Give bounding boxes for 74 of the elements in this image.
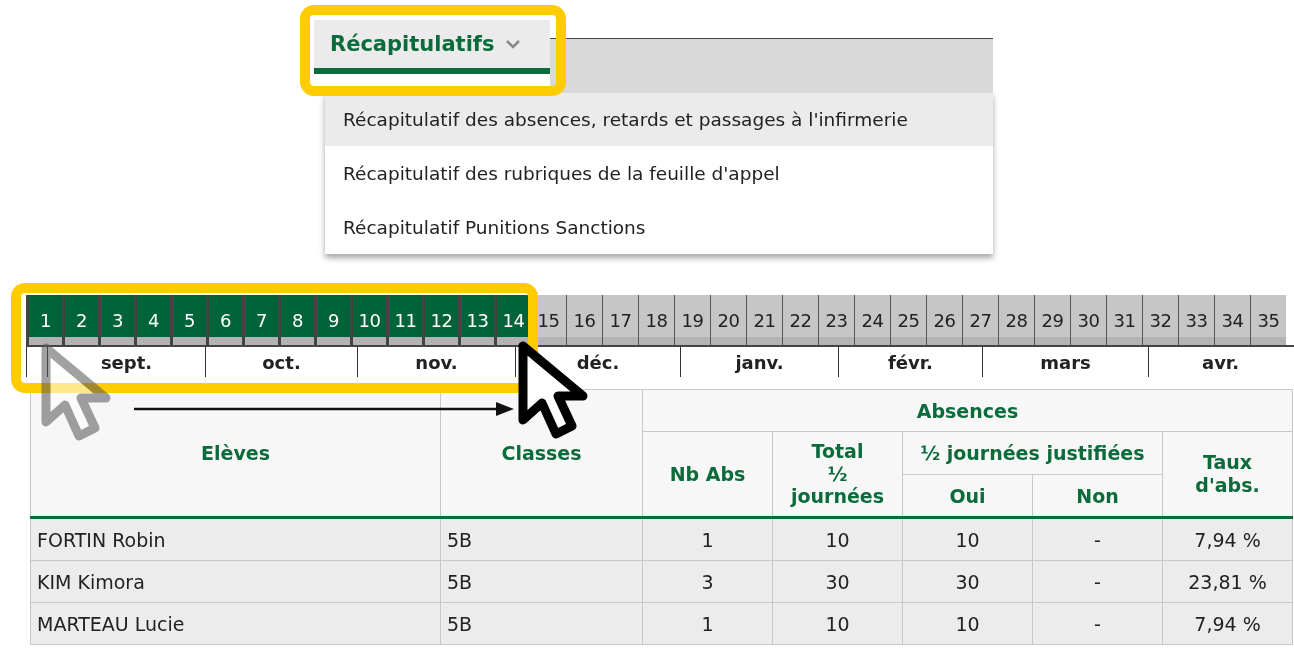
month-label: nov.	[357, 347, 515, 377]
week-cell[interactable]: 32	[1142, 295, 1178, 345]
table-cell: 1	[642, 602, 773, 645]
week-cell[interactable]: 14	[494, 295, 530, 345]
table-cell: -	[1032, 517, 1163, 561]
month-label: oct.	[205, 347, 357, 377]
week-cell[interactable]: 26	[926, 295, 962, 345]
week-cell[interactable]: 16	[566, 295, 602, 345]
week-cell[interactable]: 19	[674, 295, 710, 345]
month-label: avr.	[1148, 347, 1292, 377]
week-cell[interactable]: 30	[1070, 295, 1106, 345]
table-cell: 30	[902, 560, 1033, 603]
week-cell[interactable]: 13	[458, 295, 494, 345]
column-header: Non	[1032, 474, 1163, 518]
month-label: janv.	[680, 347, 838, 377]
table-cell: 10	[902, 517, 1033, 561]
menu-item[interactable]: Récapitulatif des absences, retards et passages à l'infirmerie	[325, 92, 993, 146]
week-cell[interactable]: 35	[1250, 295, 1286, 345]
week-cell[interactable]: 33	[1178, 295, 1214, 345]
week-cell[interactable]: 2	[62, 295, 98, 345]
week-cell[interactable]: 7	[242, 295, 278, 345]
table-cell: 23,81 %	[1162, 560, 1293, 603]
table-cell: 5B	[440, 560, 643, 603]
table-cell: KIM Kimora	[30, 560, 441, 603]
table-cell: 3	[642, 560, 773, 603]
week-cell[interactable]: 8	[278, 295, 314, 345]
table-cell: 10	[902, 602, 1033, 645]
week-cell[interactable]: 9	[314, 295, 350, 345]
month-label: mars	[982, 347, 1148, 377]
week-cell[interactable]: 5	[170, 295, 206, 345]
menu-item[interactable]: Récapitulatif Punitions Sanctions	[325, 200, 993, 254]
table-cell: 10	[772, 517, 903, 561]
week-cell[interactable]: 27	[962, 295, 998, 345]
chevron-icon	[504, 39, 521, 49]
column-header: Taux d'abs.	[1162, 431, 1293, 518]
month-label: sept.	[47, 347, 205, 377]
week-cell[interactable]: 10	[350, 295, 386, 345]
week-cell[interactable]: 25	[890, 295, 926, 345]
table-cell: 10	[772, 602, 903, 645]
week-cell[interactable]: 6	[206, 295, 242, 345]
column-header: Absences	[642, 389, 1293, 432]
column-header: Nb Abs	[642, 431, 773, 518]
table-cell: 1	[642, 517, 773, 561]
table-cell: 7,94 %	[1162, 517, 1293, 561]
week-cell[interactable]: 24	[854, 295, 890, 345]
table-cell: FORTIN Robin	[30, 517, 441, 561]
table-cell: 5B	[440, 602, 643, 645]
week-cell[interactable]: 21	[746, 295, 782, 345]
table-cell: 7,94 %	[1162, 602, 1293, 645]
week-cell[interactable]: 23	[818, 295, 854, 345]
table-cell: 30	[772, 560, 903, 603]
table-cell: -	[1032, 560, 1163, 603]
week-cell[interactable]: 28	[998, 295, 1034, 345]
column-header: ½ journées justifiées	[902, 431, 1163, 475]
week-cell[interactable]: 34	[1214, 295, 1250, 345]
month-label: févr.	[838, 347, 982, 377]
table-cell: 5B	[440, 517, 643, 561]
column-header: Total ½ journées	[772, 431, 903, 518]
week-cell[interactable]: 11	[386, 295, 422, 345]
week-cell[interactable]: 1	[26, 295, 62, 345]
week-cell[interactable]: 22	[782, 295, 818, 345]
week-cell[interactable]: 18	[638, 295, 674, 345]
table-cell: -	[1032, 602, 1163, 645]
week-cell[interactable]: 4	[134, 295, 170, 345]
menu-tab[interactable]: Récapitulatifs	[314, 20, 550, 74]
week-cell[interactable]: 29	[1034, 295, 1070, 345]
week-cell[interactable]: 3	[98, 295, 134, 345]
week-cell[interactable]: 20	[710, 295, 746, 345]
week-cell[interactable]: 17	[602, 295, 638, 345]
menu-item[interactable]: Récapitulatif des rubriques de la feuille d'appel	[325, 146, 993, 200]
column-header: Oui	[902, 474, 1033, 518]
week-cell[interactable]: 31	[1106, 295, 1142, 345]
table-cell: MARTEAU Lucie	[30, 602, 441, 645]
week-cell[interactable]: 12	[422, 295, 458, 345]
